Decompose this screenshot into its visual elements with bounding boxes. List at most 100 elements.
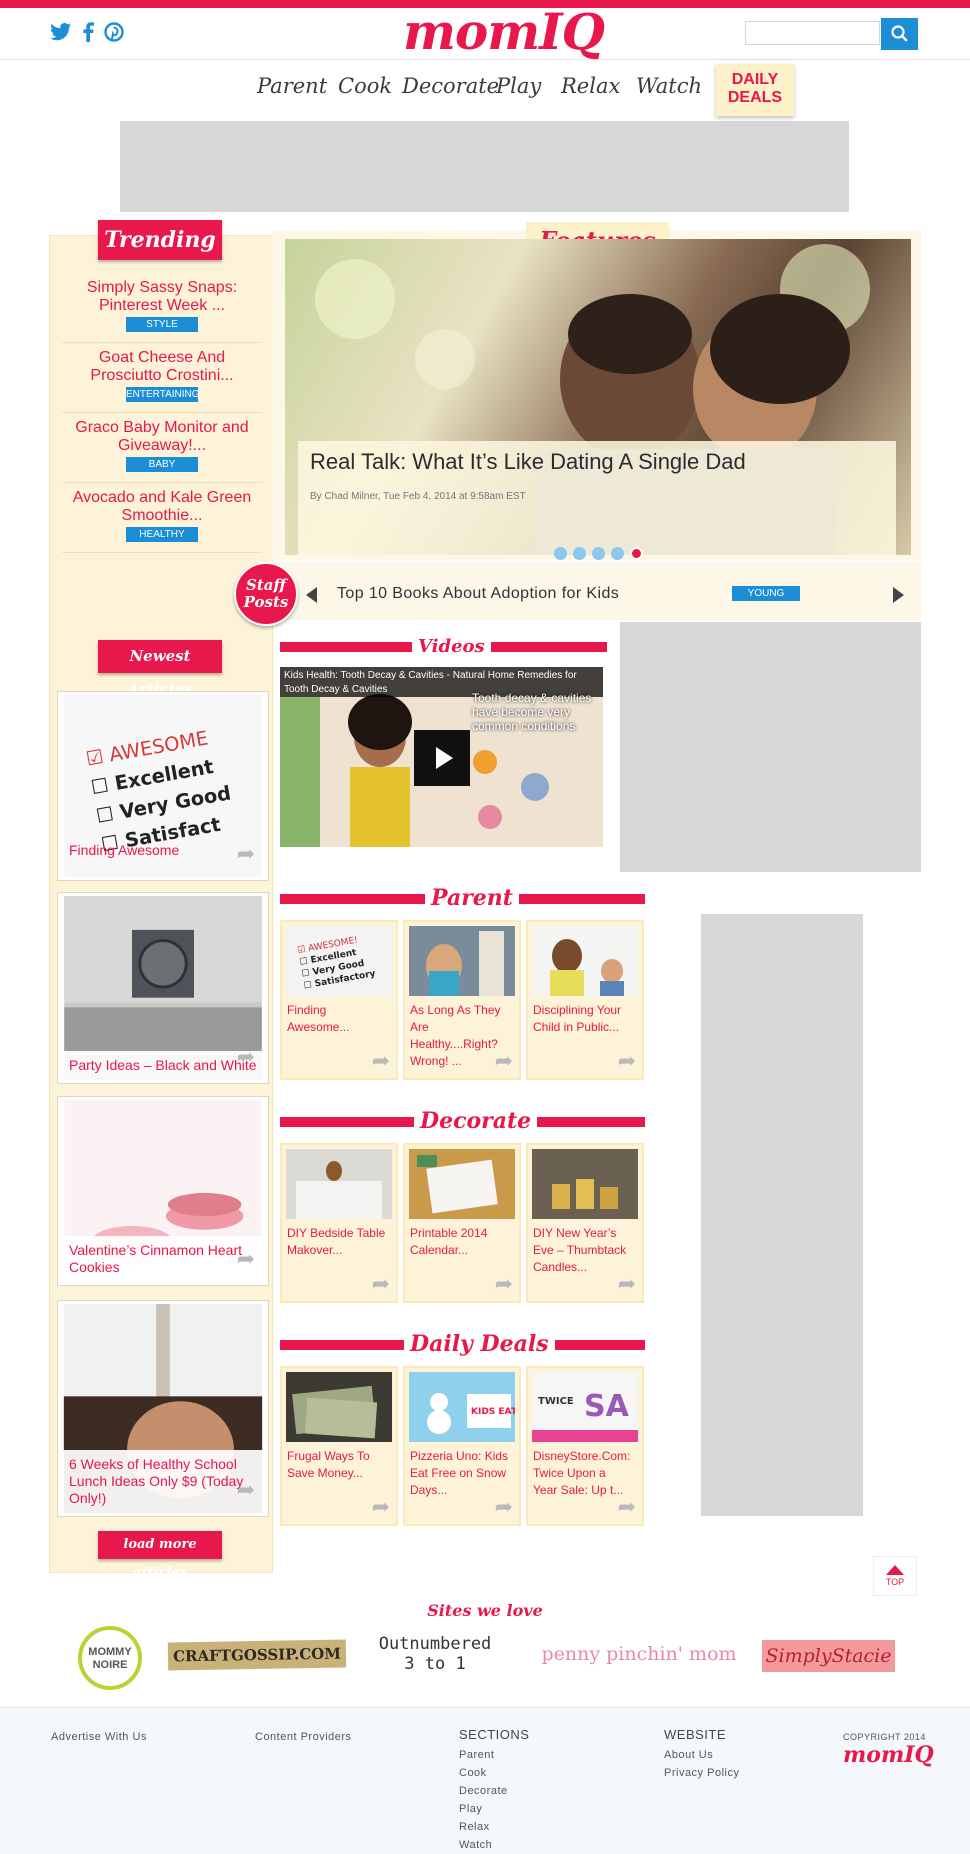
partner-logo-penny-pinchin-mom[interactable]: penny pinchin' mom <box>534 1643 744 1665</box>
section-card[interactable]: ☑ AWESOME! ☐ Excellent ☐ Very Good ☐ Satisf… <box>280 920 398 1080</box>
nav-item-relax[interactable]: Relax <box>561 74 620 98</box>
card-title[interactable]: Finding Awesome... <box>287 1002 387 1036</box>
load-more-button[interactable]: load more articles <box>98 1531 222 1580</box>
share-icon[interactable]: ➦ <box>618 1271 636 1297</box>
footer-link-decorate[interactable]: Decorate <box>459 1782 529 1800</box>
share-icon[interactable]: ➦ <box>372 1494 390 1520</box>
search-input[interactable] <box>745 21 880 45</box>
footer-link-cook[interactable]: Cook <box>459 1764 529 1782</box>
trending-item-title[interactable]: Avocado and Kale Green Smoothie... <box>62 489 262 525</box>
share-icon[interactable]: ➦ <box>495 1048 513 1074</box>
section-card[interactable]: DIY Bedside Table Makover... ➦ <box>280 1143 398 1303</box>
section-card[interactable]: DIY New Year’s Eve – Thumbtack Candles..… <box>526 1143 644 1303</box>
site-logo[interactable]: momIQ <box>403 2 605 61</box>
section-card[interactable]: KIDS EAT Pizzeria Uno: Kids Eat Free on … <box>403 1366 521 1526</box>
nav-daily-deals-button[interactable]: DAILY DEALS <box>716 64 794 116</box>
staff-next-arrow-icon[interactable] <box>893 587 904 603</box>
slider-dot-active[interactable] <box>630 547 643 560</box>
ad-banner-top[interactable] <box>120 121 849 212</box>
card-title[interactable]: Pizzeria Uno: Kids Eat Free on Snow Days… <box>410 1448 510 1499</box>
share-icon[interactable]: ➦ <box>495 1271 513 1297</box>
trending-item-category[interactable]: HEALTHY <box>126 527 198 542</box>
card-title[interactable]: DisneyStore.Com: Twice Upon a Year Sale:… <box>533 1448 633 1499</box>
share-icon[interactable]: ➦ <box>495 1494 513 1520</box>
newest-article-card[interactable]: ☑ AWESOME ☐ Excellent ☐ Very Good ☐ Sati… <box>58 692 268 880</box>
newest-article-card[interactable]: Valentine’s Cinnamon Heart Cookies ➦ <box>58 1097 268 1285</box>
card-title[interactable]: DIY Bedside Table Makover... <box>287 1225 387 1259</box>
share-icon[interactable]: ➦ <box>372 1271 390 1297</box>
footer-advertise-link[interactable]: Advertise With Us <box>51 1728 147 1746</box>
newest-article-card[interactable]: Party Ideas – Black and White ➦ <box>58 893 268 1083</box>
trending-item-title[interactable]: Simply Sassy Snaps: Pinterest Week ... <box>62 279 262 315</box>
section-card[interactable]: TWICE SA DisneyStore.Com: Twice Upon a Ye… <box>526 1366 644 1526</box>
nav-item-parent[interactable]: Parent <box>257 74 327 98</box>
card-title[interactable]: DIY New Year’s Eve – Thumbtack Candles..… <box>533 1225 633 1276</box>
newest-article-title[interactable]: Valentine’s Cinnamon Heart Cookies <box>61 1236 265 1282</box>
feature-caption[interactable]: Real Talk: What It’s Like Dating A Singl… <box>298 441 896 555</box>
slider-dot[interactable] <box>592 547 605 560</box>
newest-article-title[interactable]: 6 Weeks of Healthy School Lunch Ideas On… <box>61 1450 265 1513</box>
section-card[interactable]: Disciplining Your Child in Public... ➦ <box>526 920 644 1080</box>
share-icon[interactable]: ➦ <box>618 1494 636 1520</box>
staff-posts-badge-line2: Posts <box>243 593 289 611</box>
trending-item-title[interactable]: Goat Cheese And Prosciutto Crostini... <box>62 349 262 385</box>
svg-text:TWICE: TWICE <box>538 1396 574 1407</box>
footer-link-parent[interactable]: Parent <box>459 1746 529 1764</box>
facebook-icon[interactable] <box>82 22 94 47</box>
share-icon[interactable]: ➦ <box>237 1246 255 1272</box>
trending-heading: Trending <box>98 220 222 260</box>
share-icon[interactable]: ➦ <box>237 1044 255 1070</box>
footer-link-play[interactable]: Play <box>459 1800 529 1818</box>
feature-headline[interactable]: Real Talk: What It’s Like Dating A Singl… <box>310 449 890 475</box>
newest-article-title[interactable]: Party Ideas – Black and White <box>61 1051 265 1080</box>
share-icon[interactable]: ➦ <box>618 1048 636 1074</box>
card-thumbnail <box>286 1372 392 1442</box>
section-card[interactable]: Frugal Ways To Save Money... ➦ <box>280 1366 398 1526</box>
play-button[interactable] <box>414 730 470 786</box>
back-to-top-button[interactable]: TOP <box>873 1556 917 1596</box>
slider-dot[interactable] <box>573 547 586 560</box>
footer-sections-heading: SECTIONS <box>459 1727 530 1742</box>
section-card[interactable]: Printable 2014 Calendar... ➦ <box>403 1143 521 1303</box>
footer-link-watch[interactable]: Watch <box>459 1836 529 1854</box>
video-player[interactable]: Kids Health: Tooth Decay & Cavities - Na… <box>280 667 603 847</box>
card-title[interactable]: Frugal Ways To Save Money... <box>287 1448 387 1482</box>
ad-box-right[interactable] <box>620 622 921 872</box>
nav-item-cook[interactable]: Cook <box>338 74 392 98</box>
share-icon[interactable]: ➦ <box>372 1048 390 1074</box>
slider-dot[interactable] <box>611 547 624 560</box>
staff-prev-arrow-icon[interactable] <box>306 587 317 603</box>
staff-post-title[interactable]: Top 10 Books About Adoption for Kids <box>337 585 619 603</box>
trending-divider <box>62 412 262 413</box>
partner-logo-mommy-noire[interactable]: MOMMY NOIRE <box>78 1626 142 1690</box>
nav-item-play[interactable]: Play <box>496 74 541 98</box>
trending-item-category[interactable]: STYLE <box>126 317 198 332</box>
trending-item-title[interactable]: Graco Baby Monitor and Giveaway!... <box>62 419 262 455</box>
card-title[interactable]: Disciplining Your Child in Public... <box>533 1002 633 1036</box>
slider-dot[interactable] <box>554 547 567 560</box>
ad-skyscraper[interactable] <box>701 914 863 1516</box>
section-card[interactable]: As Long As They Are Healthy....Right? Wr… <box>403 920 521 1080</box>
footer-link-about[interactable]: About Us <box>664 1746 739 1764</box>
footer-logo[interactable]: momIQ <box>843 1742 934 1768</box>
nav-item-decorate[interactable]: Decorate <box>402 74 499 98</box>
staff-post-category[interactable]: YOUNG <box>732 586 800 601</box>
newest-article-card[interactable]: 6 Weeks of Healthy School Lunch Ideas On… <box>58 1301 268 1516</box>
share-icon[interactable]: ➦ <box>237 1477 255 1503</box>
footer-content-providers-link[interactable]: Content Providers <box>255 1728 352 1746</box>
newest-article-title[interactable]: Finding Awesome <box>61 836 265 877</box>
partner-logo-outnumbered[interactable]: Outnumbered 3 to 1 <box>360 1634 510 1674</box>
footer-link-privacy[interactable]: Privacy Policy <box>664 1764 739 1782</box>
pinterest-icon[interactable] <box>104 22 124 47</box>
nav-item-watch[interactable]: Watch <box>636 74 702 98</box>
twitter-icon[interactable] <box>50 23 72 46</box>
partner-logo-craftgossip[interactable]: CRAFTGOSSIP.COM <box>167 1639 347 1671</box>
partner-logo-simplystacie[interactable]: SimplyStacie <box>762 1640 895 1672</box>
card-thumbnail <box>532 926 638 996</box>
card-title[interactable]: Printable 2014 Calendar... <box>410 1225 510 1259</box>
trending-item-category[interactable]: ENTERTAINING <box>126 387 200 402</box>
footer-link-relax[interactable]: Relax <box>459 1818 529 1836</box>
share-icon[interactable]: ➦ <box>237 841 255 867</box>
search-button[interactable] <box>881 18 918 50</box>
trending-item-category[interactable]: BABY <box>126 457 198 472</box>
